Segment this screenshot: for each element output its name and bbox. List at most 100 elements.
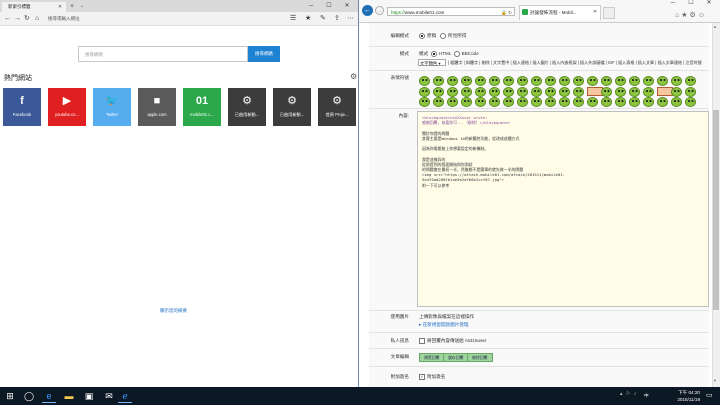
- scroll-up-icon[interactable]: ▲: [713, 24, 717, 29]
- tile-apple[interactable]: ■ apple.com: [138, 88, 176, 126]
- frog-emoji-icon[interactable]: [587, 97, 598, 107]
- more-icon[interactable]: ⋯: [347, 12, 354, 25]
- address-input[interactable]: 搜尋或輸入網址: [48, 14, 248, 23]
- ie-taskbar-icon[interactable]: ℯ: [118, 389, 132, 403]
- windows-start-icon[interactable]: ⊞: [3, 389, 17, 403]
- system-tray-icons[interactable]: ▴ ⚐ ♪: [620, 391, 637, 397]
- search-icon[interactable]: ◯: [22, 389, 36, 403]
- frog-emoji-icon[interactable]: [629, 76, 640, 86]
- edge-taskbar-icon[interactable]: e: [42, 389, 56, 403]
- frog-emoji-icon[interactable]: [489, 97, 500, 107]
- frog-emoji-icon[interactable]: [517, 76, 528, 86]
- frog-emoji-icon[interactable]: [671, 97, 682, 107]
- frog-emoji-icon[interactable]: [657, 97, 668, 107]
- search-input[interactable]: 搜尋網頁: [78, 46, 248, 62]
- home-icon[interactable]: ⌂: [35, 12, 39, 25]
- reading-list-icon[interactable]: ☰: [290, 12, 296, 25]
- frog-emoji-icon[interactable]: [433, 76, 444, 86]
- tile-site-6[interactable]: ⚙ 已啟用新動...: [228, 88, 266, 126]
- close-icon[interactable]: ✕: [58, 2, 62, 12]
- frog-emoji-icon[interactable]: [559, 76, 570, 86]
- tile-site-8[interactable]: ⚙ 首頁 Proje...: [318, 88, 356, 126]
- chevron-down-icon[interactable]: ⌄: [80, 2, 84, 11]
- frog-emoji-icon[interactable]: [461, 87, 472, 97]
- frog-emoji-icon[interactable]: [503, 97, 514, 107]
- text-color-select[interactable]: 文字顏色 ▾: [418, 59, 446, 66]
- minimize-icon[interactable]: ─: [664, 0, 682, 9]
- frog-emoji-icon[interactable]: [545, 87, 556, 97]
- content-textarea[interactable]: <blockquote>nsXXXuser wrote: 感謝回覆，恭喜你可..…: [417, 111, 709, 307]
- close-window-icon[interactable]: ✕: [700, 0, 718, 9]
- forward-icon[interactable]: →: [375, 6, 384, 15]
- radio-bbcode[interactable]: [453, 51, 460, 57]
- tile-site-7[interactable]: ⚙ 已啟用新動...: [273, 88, 311, 126]
- frog-emoji-icon[interactable]: [685, 97, 696, 107]
- frog-emoji-icon[interactable]: [545, 76, 556, 86]
- frog-emoji-icon[interactable]: [475, 76, 486, 86]
- frog-emoji-icon[interactable]: [531, 87, 542, 97]
- close-window-icon[interactable]: ✕: [338, 0, 356, 12]
- frog-emoji-icon[interactable]: [517, 97, 528, 107]
- frog-emoji-icon[interactable]: [671, 76, 682, 86]
- frog-emoji-icon[interactable]: [545, 97, 556, 107]
- frog-emoji-icon[interactable]: [475, 97, 486, 107]
- language-indicator[interactable]: 中: [644, 393, 649, 399]
- frog-emoji-icon[interactable]: [601, 76, 612, 86]
- frog-emoji-icon[interactable]: [531, 97, 542, 107]
- tile-facebook[interactable]: f Facebook: [3, 88, 41, 126]
- frog-emoji-icon[interactable]: [629, 87, 640, 97]
- clock[interactable]: 下午 04:20 2015/11/19: [658, 389, 700, 403]
- file-explorer-icon[interactable]: ▬: [62, 389, 76, 403]
- frog-emoji-icon[interactable]: [587, 76, 598, 86]
- notification-icon[interactable]: ▭: [706, 391, 713, 399]
- search-button[interactable]: 搜尋網路: [248, 46, 280, 62]
- note-icon[interactable]: ✎: [320, 12, 326, 25]
- frog-emoji-icon[interactable]: [447, 87, 458, 97]
- close-icon[interactable]: ✕: [593, 5, 597, 19]
- gear-icon[interactable]: ⚙: [350, 72, 357, 81]
- maximize-icon[interactable]: ☐: [682, 0, 700, 9]
- frog-emoji-icon[interactable]: [447, 76, 458, 86]
- frog-emoji-icon[interactable]: [615, 97, 626, 107]
- frog-emoji-icon[interactable]: [419, 87, 430, 97]
- customize-link[interactable]: 顯示您的摘要: [160, 308, 187, 314]
- frog-emoji-icon[interactable]: [685, 76, 696, 86]
- mail-icon[interactable]: ✉: [102, 389, 116, 403]
- private-msg-checkbox[interactable]: [419, 338, 425, 344]
- hub-icon[interactable]: ★: [305, 12, 311, 25]
- scroll-down-icon[interactable]: ▼: [713, 378, 717, 383]
- edge-tab[interactable]: 新索引標籤 ✕: [2, 2, 66, 12]
- refresh-icon[interactable]: ↻: [24, 12, 30, 25]
- frog-emoji-icon[interactable]: [573, 76, 584, 86]
- frog-emoji-icon[interactable]: [503, 76, 514, 86]
- signature-checkbox[interactable]: [419, 374, 425, 380]
- frog-emoji-icon[interactable]: [629, 97, 640, 107]
- radio-html[interactable]: [430, 51, 437, 57]
- back-icon[interactable]: ←: [4, 12, 11, 25]
- frog-emoji-icon[interactable]: [503, 87, 514, 97]
- frog-emoji-icon[interactable]: [447, 97, 458, 107]
- store-icon[interactable]: ▣: [82, 389, 96, 403]
- frog-emoji-icon[interactable]: [489, 76, 500, 86]
- tile-mobile01[interactable]: 01 mobile01.c...: [183, 88, 221, 126]
- address-input[interactable]: https://www.mobile01.com 🔒 ↻: [387, 7, 515, 16]
- frog-emoji-icon[interactable]: [573, 87, 584, 97]
- frog-emoji-icon[interactable]: [643, 87, 654, 97]
- frog-emoji-icon[interactable]: [601, 97, 612, 107]
- frog-emoji-icon[interactable]: [671, 87, 682, 97]
- frog-emoji-icon[interactable]: [657, 76, 668, 86]
- frog-emoji-icon[interactable]: [531, 76, 542, 86]
- frog-emoji-icon[interactable]: [461, 76, 472, 86]
- frog-emoji-icon[interactable]: [489, 87, 500, 97]
- preview-button[interactable]: 預覽回覆: [419, 353, 445, 362]
- tile-youtube[interactable]: ▶ youtube.co...: [48, 88, 86, 126]
- lock-icon[interactable]: 🔒 ↻: [501, 8, 514, 15]
- frog-emoji-icon[interactable]: [643, 76, 654, 86]
- radio-raw[interactable]: [419, 33, 425, 39]
- frog-emoji-icon[interactable]: [433, 87, 444, 97]
- save-button[interactable]: 儲存回覆: [443, 353, 469, 362]
- home-star-gear-icon[interactable]: ⌂★⚙☺: [675, 11, 707, 19]
- back-icon[interactable]: ←: [362, 5, 373, 16]
- frog-emoji-icon[interactable]: [601, 87, 612, 97]
- frog-emoji-icon[interactable]: [559, 97, 570, 107]
